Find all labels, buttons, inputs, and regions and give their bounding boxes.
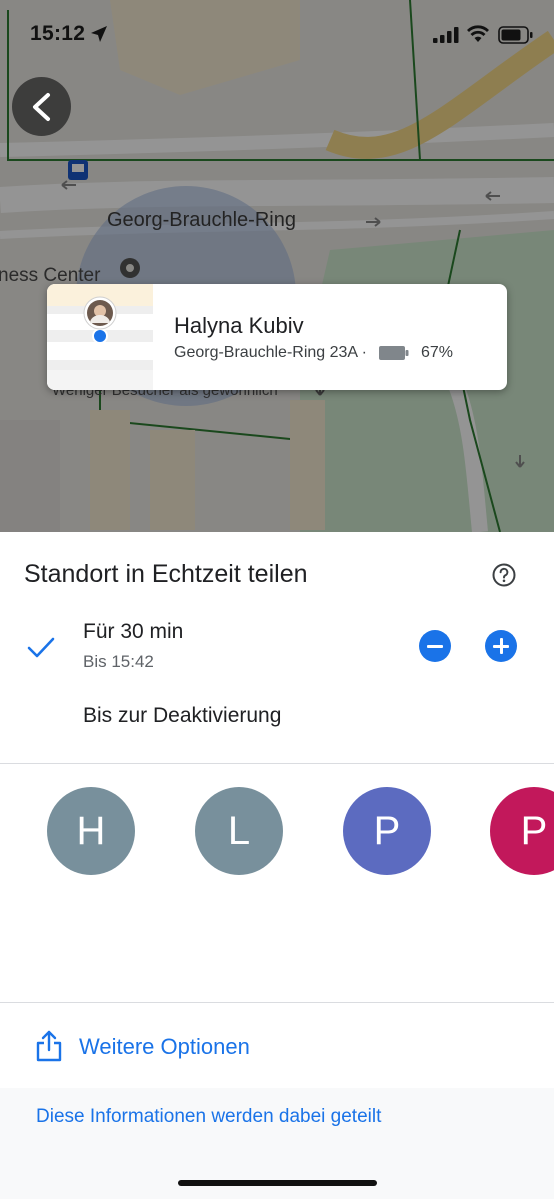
until-deactivation-option[interactable]: Bis zur Deaktivierung	[83, 704, 281, 728]
map-view[interactable]: Georg-Brauchle-Ring ness Center Weniger …	[0, 0, 554, 532]
person-address-row: Georg-Brauchle-Ring 23A · 67%	[174, 344, 453, 362]
status-time: 15:12	[30, 22, 86, 45]
battery-icon	[498, 26, 533, 44]
duration-option-label[interactable]: Für 30 min	[83, 620, 183, 644]
more-options-button[interactable]: Weitere Optionen	[0, 1018, 554, 1082]
person-battery-level: 67%	[420, 344, 454, 361]
location-arrow-icon	[91, 26, 107, 42]
checkmark-icon	[27, 637, 55, 658]
person-location-card[interactable]: Halyna Kubiv Georg-Brauchle-Ring 23A · 6…	[47, 284, 507, 390]
divider	[0, 1002, 554, 1003]
cellular-signal-icon	[433, 27, 459, 43]
mini-map-thumbnail	[47, 284, 153, 390]
person-address: Georg-Brauchle-Ring 23A ·	[174, 344, 367, 361]
help-icon[interactable]	[491, 562, 517, 588]
increase-duration-button[interactable]	[485, 630, 517, 662]
sheet-title: Standort in Echtzeit teilen	[24, 560, 308, 588]
contact-avatar[interactable]: L	[195, 787, 283, 875]
duration-until-time: Bis 15:42	[83, 652, 154, 671]
contact-avatar[interactable]: H	[47, 787, 135, 875]
back-button[interactable]	[12, 77, 71, 136]
wifi-icon	[467, 25, 489, 42]
status-bar: 15:12	[0, 0, 554, 66]
battery-icon	[378, 346, 409, 360]
home-indicator[interactable]	[178, 1180, 377, 1186]
contact-avatar[interactable]: P	[343, 787, 431, 875]
divider	[0, 763, 554, 764]
shared-info-link[interactable]: Diese Informationen werden dabei geteilt	[36, 1106, 381, 1128]
more-options-label: Weitere Optionen	[79, 1034, 250, 1059]
map-dim-overlay	[0, 0, 554, 532]
chevron-left-icon	[32, 92, 50, 121]
contact-avatar[interactable]: P	[490, 787, 554, 875]
info-section: Diese Informationen werden dabei geteilt	[0, 1088, 554, 1199]
decrease-duration-button[interactable]	[419, 630, 451, 662]
person-name: Halyna Kubiv	[174, 313, 304, 338]
share-icon	[36, 1030, 62, 1062]
